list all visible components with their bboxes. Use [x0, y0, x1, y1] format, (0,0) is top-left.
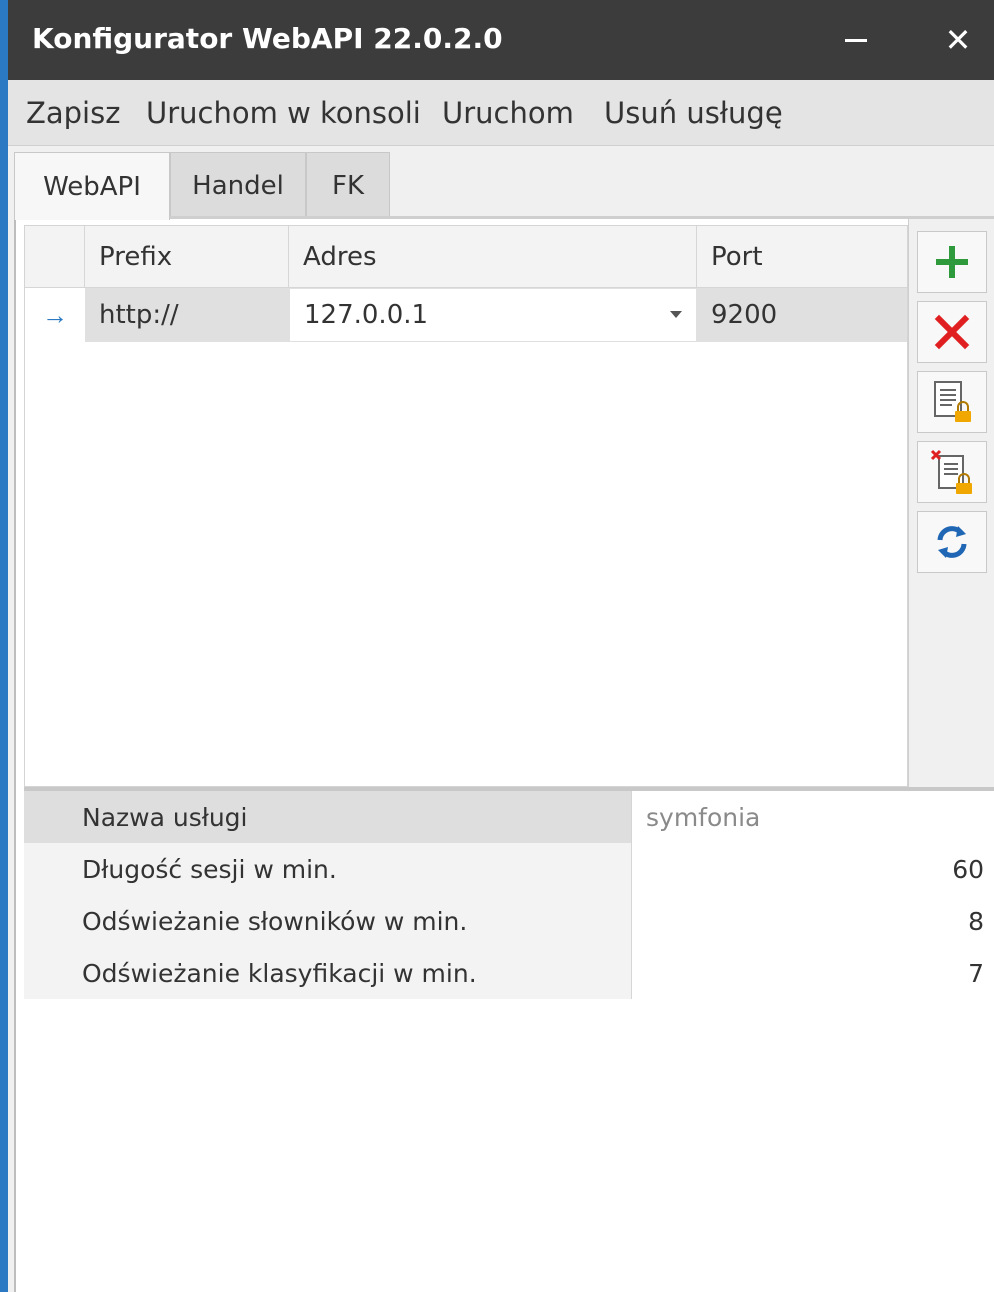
cell-port[interactable]: 9200	[697, 288, 907, 342]
delete-button[interactable]	[917, 301, 987, 363]
column-header-prefix[interactable]: Prefix	[85, 226, 289, 288]
property-label: Odświeżanie klasyfikacji w min.	[24, 947, 632, 999]
menu-remove-service[interactable]: Usuń usługę	[604, 96, 783, 130]
cell-address-select[interactable]: 127.0.0.1	[289, 288, 697, 342]
lock-document-button[interactable]	[917, 371, 987, 433]
close-button[interactable]: ✕	[928, 10, 988, 70]
property-row-session-length[interactable]: Długość sesji w min. 60	[24, 843, 994, 895]
property-row-service-name[interactable]: Nazwa usługi symfonia	[24, 791, 994, 843]
tab-fk[interactable]: FK	[306, 152, 390, 218]
dropdown-arrow-icon[interactable]	[670, 311, 682, 318]
property-label: Długość sesji w min.	[24, 843, 632, 895]
configurator-window: Konfigurator WebAPI 22.0.2.0 ✕ Zapisz Ur…	[0, 0, 994, 1292]
cell-address-value: 127.0.0.1	[304, 300, 429, 330]
property-value-classification-refresh[interactable]: 7	[632, 947, 994, 999]
property-value-service-name[interactable]: symfonia	[632, 791, 994, 843]
table-row[interactable]: → http:// 127.0.0.1 9200	[25, 288, 907, 342]
column-header-address[interactable]: Adres	[289, 226, 697, 288]
tab-handel[interactable]: Handel	[170, 152, 306, 218]
document-lock-icon	[934, 381, 971, 422]
remove-lock-document-button[interactable]	[917, 441, 987, 503]
webapi-panel: Prefix Adres Port → http:// 127.0.0.1 92…	[14, 219, 994, 1292]
property-label: Nazwa usługi	[24, 791, 632, 843]
current-row-arrow-icon: →	[42, 299, 68, 330]
tab-strip: WebAPI Handel FK	[14, 152, 994, 220]
grid-header: Prefix Adres Port	[25, 226, 907, 288]
minimize-button[interactable]	[826, 10, 886, 70]
property-row-classification-refresh[interactable]: Odświeżanie klasyfikacji w min. 7	[24, 947, 994, 999]
refresh-icon	[937, 526, 967, 558]
menu-bar: Zapisz Uruchom w konsoli Uruchom Usuń us…	[8, 80, 994, 146]
property-label: Odświeżanie słowników w min.	[24, 895, 632, 947]
delete-icon	[934, 314, 970, 350]
refresh-button[interactable]	[917, 511, 987, 573]
property-value-session-length[interactable]: 60	[632, 843, 994, 895]
grid-toolbar	[908, 219, 994, 789]
title-bar[interactable]: Konfigurator WebAPI 22.0.2.0 ✕	[8, 0, 994, 80]
menu-save[interactable]: Zapisz	[26, 96, 120, 130]
property-row-dictionary-refresh[interactable]: Odświeżanie słowników w min. 8	[24, 895, 994, 947]
close-icon: ✕	[944, 22, 972, 58]
column-header-port[interactable]: Port	[697, 226, 907, 288]
endpoint-grid: Prefix Adres Port → http:// 127.0.0.1 92…	[24, 225, 908, 787]
tab-webapi[interactable]: WebAPI	[14, 152, 170, 220]
document-delete-lock-icon	[930, 449, 972, 494]
window-title: Konfigurator WebAPI 22.0.2.0	[32, 22, 503, 55]
add-button[interactable]	[917, 231, 987, 293]
row-indicator-header	[25, 226, 85, 288]
cell-prefix[interactable]: http://	[85, 288, 289, 342]
property-value-dictionary-refresh[interactable]: 8	[632, 895, 994, 947]
menu-run[interactable]: Uruchom	[442, 96, 574, 130]
menu-run-console[interactable]: Uruchom w konsoli	[146, 96, 421, 130]
add-icon	[936, 246, 968, 278]
window-accent-border	[0, 0, 8, 1292]
minimize-icon	[845, 38, 867, 42]
